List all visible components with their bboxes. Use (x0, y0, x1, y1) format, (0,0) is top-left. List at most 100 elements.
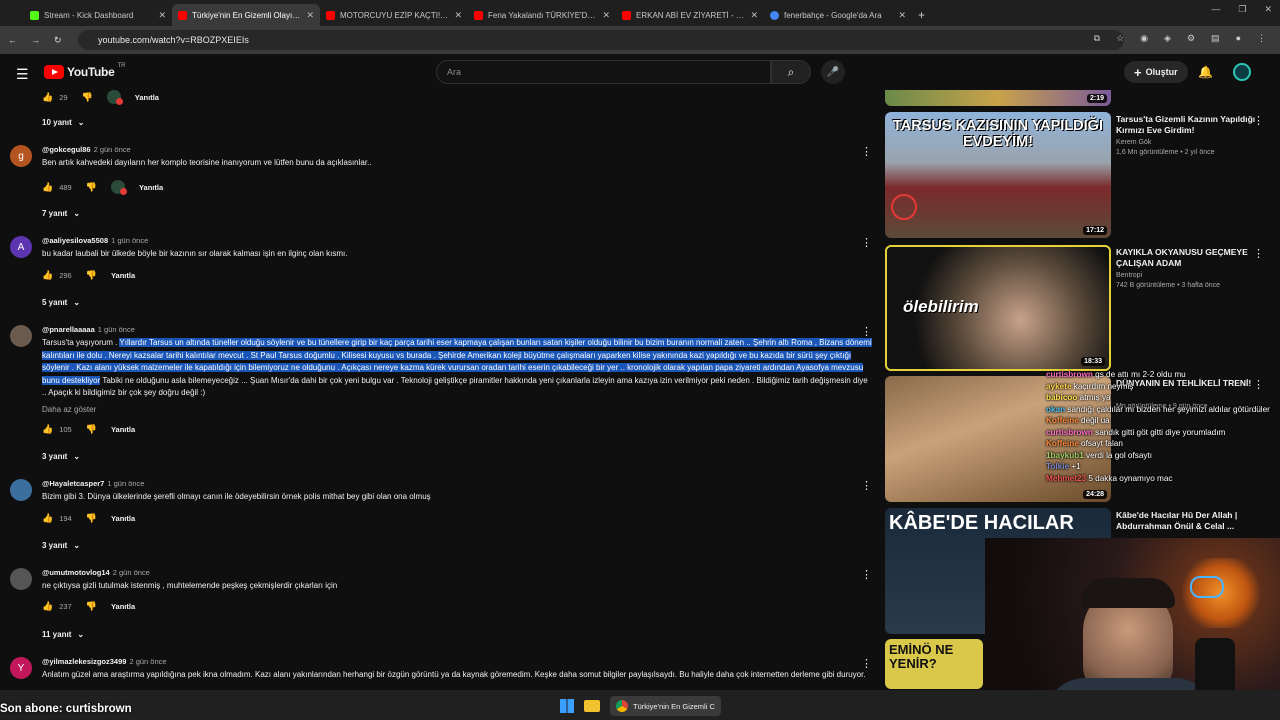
user-avatar[interactable] (10, 479, 32, 501)
video-card[interactable]: ölebilirim 18:33 KAYIKLA OKYANUSU GEÇMEY… (885, 245, 1265, 371)
video-menu-icon[interactable]: ⋮ (1253, 247, 1264, 260)
video-thumbnail[interactable]: TARSUS KAZISININ YAPILDIĞI EVDEYİM! 17:1… (885, 112, 1111, 238)
puzzle-icon[interactable]: ⚙ (1187, 33, 1195, 44)
minimize-icon[interactable]: — (1211, 4, 1220, 15)
browser-tab[interactable]: MOTORCUYU EZİP KAÇTI! Türk ✕ (320, 4, 468, 26)
close-tab-icon[interactable]: ✕ (454, 10, 462, 21)
video-card[interactable]: TARSUS KAZISININ YAPILDIĞI EVDEYİM! 17:1… (885, 112, 1265, 238)
browser-tab[interactable]: ERKAN ABİ EV ZİYARETİ - YouT ✕ (616, 4, 764, 26)
comment-time[interactable]: 1 gün önce (111, 236, 148, 245)
view-replies-toggle[interactable]: 3 yanıt ⌄ (42, 541, 80, 550)
close-tab-icon[interactable]: ✕ (306, 10, 314, 21)
reload-icon[interactable]: ↻ (54, 35, 62, 46)
reply-button[interactable]: Yanıtla (111, 514, 135, 523)
channel-name[interactable]: Bentropi (1116, 272, 1256, 279)
like-icon[interactable]: 👍 (42, 424, 53, 435)
back-icon[interactable]: ← (8, 35, 17, 45)
address-bar[interactable]: youtube.com/watch?v=RBOZPXEIEIs (78, 30, 1124, 50)
extension-icon[interactable]: ◉ (1140, 33, 1148, 44)
comment-author[interactable]: @gokcegul86 (42, 145, 91, 154)
restore-icon[interactable]: ❐ (1238, 4, 1246, 15)
reply-button[interactable]: Yanıtla (111, 602, 135, 611)
user-avatar[interactable]: g (10, 145, 32, 167)
user-avatar[interactable] (10, 325, 32, 347)
like-icon[interactable]: 👍 (42, 513, 53, 524)
close-window-icon[interactable]: ✕ (1264, 4, 1272, 15)
taskbar-chrome-app[interactable]: Türkiye'nin En Gizemli C (610, 696, 721, 716)
video-thumbnail[interactable]: 2:19 (885, 90, 1111, 106)
forward-icon[interactable]: → (31, 35, 40, 45)
like-icon[interactable]: 👍 (42, 92, 53, 103)
dislike-icon[interactable]: 👎 (86, 601, 97, 612)
comment-menu-icon[interactable]: ⋮ (861, 657, 872, 670)
notifications-bell-icon[interactable]: 🔔 (1198, 65, 1213, 79)
comment-author[interactable]: @yilmazlekesizgoz3499 (42, 657, 126, 666)
comment-time[interactable]: 1 gün önce (107, 479, 144, 488)
close-tab-icon[interactable]: ✕ (158, 10, 166, 21)
hamburger-menu-icon[interactable]: ☰ (16, 66, 29, 83)
view-replies-toggle[interactable]: 11 yanıt ⌄ (42, 630, 84, 639)
channel-name[interactable]: Kerem Gök (1116, 139, 1256, 146)
comment-time[interactable]: 2 gün önce (113, 568, 150, 577)
dislike-icon[interactable]: 👎 (82, 92, 93, 103)
comment-author[interactable]: @Hayaletcasper7 (42, 479, 104, 488)
sidebar-icon[interactable]: ▤ (1211, 33, 1220, 44)
comment-menu-icon[interactable]: ⋮ (861, 145, 872, 158)
comment-menu-icon[interactable]: ⋮ (861, 325, 872, 338)
user-avatar[interactable]: A (10, 236, 32, 258)
like-icon[interactable]: 👍 (42, 270, 53, 281)
video-thumbnail[interactable]: ölebilirim 18:33 (885, 245, 1111, 371)
menu-dots-icon[interactable]: ⋮ (1257, 33, 1266, 44)
video-title[interactable]: Tarsus'ta Gizemli Kazının Yapıldığı Kırm… (1116, 114, 1256, 136)
view-replies-toggle[interactable]: 5 yanıt ⌄ (42, 298, 80, 307)
close-tab-icon[interactable]: ✕ (898, 10, 906, 21)
extension-icon[interactable]: ◈ (1164, 33, 1171, 44)
browser-tab-active[interactable]: Türkiye'nin En Gizemli Olayı: Ta ✕ (172, 4, 320, 26)
like-icon[interactable]: 👍 (42, 601, 53, 612)
comment-time[interactable]: 2 gün önce (94, 145, 131, 154)
profile-icon[interactable]: ● (1236, 33, 1241, 44)
reply-button[interactable]: Yanıtla (111, 271, 135, 280)
bookmark-star-icon[interactable]: ☆ (1116, 33, 1124, 44)
comment-menu-icon[interactable]: ⋮ (861, 236, 872, 249)
comment-time[interactable]: 2 gün önce (129, 657, 166, 666)
create-button[interactable]: + Oluştur (1124, 61, 1188, 83)
close-tab-icon[interactable]: ✕ (602, 10, 610, 21)
video-title[interactable]: KAYIKLA OKYANUSU GEÇMEYE ÇALIŞAN ADAM (1116, 247, 1256, 269)
close-tab-icon[interactable]: ✕ (750, 10, 758, 21)
install-icon[interactable]: ⧉ (1094, 33, 1100, 44)
comment-menu-icon[interactable]: ⋮ (861, 568, 872, 581)
search-button[interactable]: ⌕ (771, 60, 811, 84)
comment-time[interactable]: 1 gün önce (98, 325, 135, 334)
browser-tab[interactable]: Fena Yakalandı TÜRKİYE'DE YA ✕ (468, 4, 616, 26)
search-input[interactable]: Ara (436, 60, 771, 84)
account-avatar[interactable] (1233, 63, 1251, 81)
video-card[interactable]: 2:19 (885, 90, 1265, 106)
reply-button[interactable]: Yanıtla (111, 425, 135, 434)
reply-button[interactable]: Yanıtla (135, 93, 159, 102)
comment-author[interactable]: @pnarellaaaaa (42, 325, 95, 334)
video-thumbnail[interactable]: EMİNÖ NE YENİR? (885, 639, 983, 689)
like-icon[interactable]: 👍 (42, 182, 53, 193)
dislike-icon[interactable]: 👎 (86, 424, 97, 435)
video-menu-icon[interactable]: ⋮ (1253, 114, 1264, 127)
dislike-icon[interactable]: 👎 (86, 513, 97, 524)
new-tab-button[interactable]: + (912, 4, 931, 26)
comment-author[interactable]: @umutmotovlog14 (42, 568, 110, 577)
view-replies-toggle[interactable]: 3 yanıt ⌄ (42, 452, 80, 461)
dislike-icon[interactable]: 👎 (86, 182, 97, 193)
user-avatar[interactable] (10, 568, 32, 590)
youtube-logo[interactable]: YouTube TR (44, 63, 125, 79)
user-avatar[interactable]: Y (10, 657, 32, 679)
voice-search-button[interactable]: 🎤 (821, 60, 845, 84)
browser-tab[interactable]: fenerbahçe - Google'da Ara ✕ (764, 4, 912, 26)
dislike-icon[interactable]: 👎 (86, 270, 97, 281)
video-title[interactable]: Kâbe'de Hacılar Hû Der Allah | Abdurrahm… (1116, 510, 1256, 532)
browser-tab[interactable]: Stream - Kick Dashboard ✕ (24, 4, 172, 26)
comment-menu-icon[interactable]: ⋮ (861, 479, 872, 492)
comment-author[interactable]: @aaliyesilova5508 (42, 236, 108, 245)
file-explorer-icon[interactable] (584, 700, 600, 712)
windows-start-icon[interactable] (560, 699, 574, 713)
view-replies-toggle[interactable]: 10 yanıt ⌄ (42, 118, 85, 127)
reply-button[interactable]: Yanıtla (139, 183, 163, 192)
